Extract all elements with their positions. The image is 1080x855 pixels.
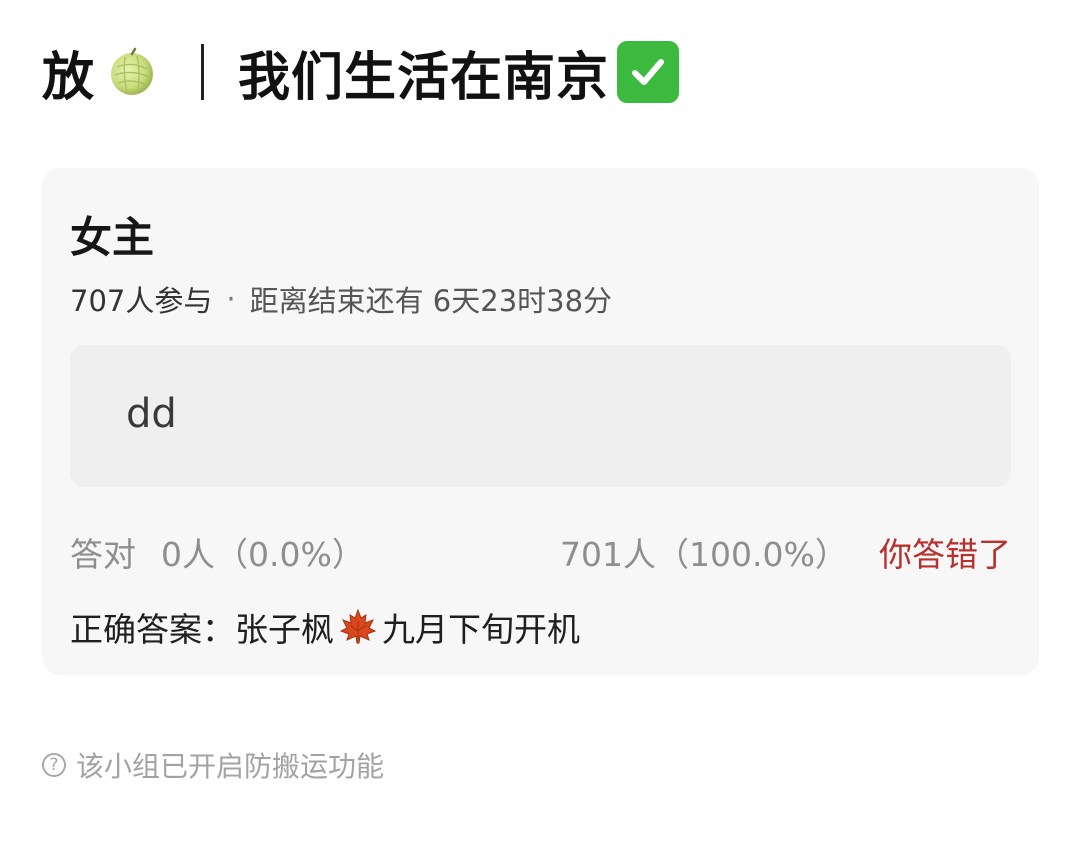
anti-repost-text: 该小组已开启防搬运功能 [76, 750, 385, 783]
post-title: 放 我们生活在南京 [42, 34, 680, 110]
maple-leaf-icon [338, 607, 378, 647]
title-divider [201, 44, 205, 100]
wrong-count: 701人（100.0%） [560, 535, 848, 574]
group-name[interactable]: 我们生活在南京 [238, 35, 609, 110]
poll-title: 女主 [70, 213, 155, 262]
melon-icon [107, 47, 157, 97]
answer-suffix: 九月下旬开机 [382, 610, 580, 649]
correct-answer: 正确答案：张子枫 九月下旬开机 [70, 603, 580, 651]
participant-count: 707人参与 [70, 284, 213, 318]
correct-count: 0人（0.0%） [161, 535, 365, 574]
poll-deadline: 距离结束还有 6天23时38分 [249, 284, 613, 318]
wrong-answer-tag: 你答错了 [879, 535, 1011, 574]
poll-option[interactable]: dd [70, 345, 1011, 487]
poll-option-text: dd [126, 391, 177, 437]
poll-card: 女主 707人参与 · 距离结束还有 6天23时38分 dd 答对 0人（0.0… [42, 168, 1039, 675]
answer-prefix: 正确答案：张子枫 [70, 610, 334, 649]
title-prefix: 放 [42, 47, 96, 108]
poll-results: 答对 0人（0.0%） 701人（100.0%） 你答错了 [70, 528, 1011, 574]
correct-label: 答对 [70, 535, 136, 574]
meta-separator: · [226, 282, 236, 316]
poll-meta: 707人参与 · 距离结束还有 6天23时38分 [70, 278, 612, 320]
anti-repost-note: ? 该小组已开启防搬运功能 [42, 745, 384, 785]
check-mark-button-icon [617, 41, 680, 103]
question-circle-icon[interactable]: ? [42, 753, 66, 777]
